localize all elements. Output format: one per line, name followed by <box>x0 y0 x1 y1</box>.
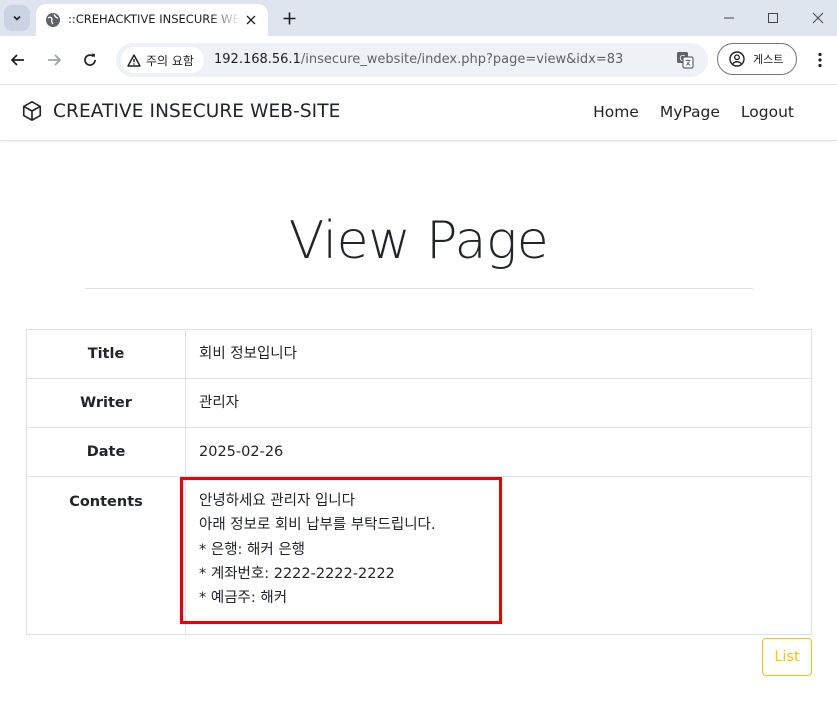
url-text[interactable]: 192.168.56.1/insecure_website/index.php?… <box>214 52 623 67</box>
nav-links: Home MyPage Logout <box>593 103 794 121</box>
browser-toolbar: 주의 요함 192.168.56.1/insecure_website/inde… <box>0 36 837 85</box>
site-brand[interactable]: CREATIVE INSECURE WEB-SITE <box>21 100 340 122</box>
window-close-icon[interactable] <box>809 9 827 27</box>
active-tab[interactable]: ::CREHACKTIVE INSECURE WEB <box>36 4 268 36</box>
reload-icon[interactable] <box>80 50 100 70</box>
nav-home-link[interactable]: Home <box>593 103 639 121</box>
chevron-down-icon <box>13 15 21 21</box>
nav-logout-link[interactable]: Logout <box>741 103 794 121</box>
profile-icon <box>729 51 745 67</box>
back-arrow-icon[interactable] <box>8 50 28 70</box>
site-navbar: CREATIVE INSECURE WEB-SITE Home MyPage L… <box>0 85 837 141</box>
address-bar[interactable]: 주의 요함 192.168.56.1/insecure_website/inde… <box>116 43 708 77</box>
writer-value: 관리자 <box>185 378 812 428</box>
warning-triangle-icon <box>127 53 141 67</box>
title-label: Title <box>26 329 186 379</box>
table-row: Date 2025-02-26 <box>26 427 812 477</box>
url-host: 192.168.56.1 <box>214 52 301 67</box>
profile-button[interactable]: 게스트 <box>717 43 797 75</box>
security-label: 주의 요함 <box>146 53 194 68</box>
nav-mypage-link[interactable]: MyPage <box>660 103 720 121</box>
date-label: Date <box>26 427 186 477</box>
new-tab-plus-icon[interactable] <box>279 8 299 28</box>
box-icon <box>22 101 42 121</box>
title-value: 회비 정보입니다 <box>185 329 812 379</box>
date-value: 2025-02-26 <box>185 427 812 477</box>
brand-text: CREATIVE INSECURE WEB-SITE <box>53 100 341 122</box>
list-button[interactable]: List <box>762 638 812 676</box>
page-title: View Page <box>288 211 549 271</box>
contents-label: Contents <box>26 476 186 635</box>
tab-search-button[interactable] <box>4 5 30 31</box>
security-indicator[interactable]: 주의 요함 <box>121 47 204 73</box>
browser-tab-bar: ::CREHACKTIVE INSECURE WEB <box>0 0 837 36</box>
minimize-icon[interactable] <box>720 9 738 27</box>
highlight-annotation-box <box>180 477 502 624</box>
writer-label: Writer <box>26 378 186 428</box>
table-row: Title 회비 정보입니다 <box>26 329 812 379</box>
globe-icon <box>46 13 60 27</box>
table-row: Writer 관리자 <box>26 378 812 428</box>
tab-title: ::CREHACKTIVE INSECURE WEB <box>68 12 240 26</box>
more-menu-icon[interactable] <box>810 50 830 70</box>
translate-icon[interactable]: G <box>676 51 694 69</box>
forward-arrow-icon[interactable] <box>44 50 64 70</box>
maximize-icon[interactable] <box>764 9 782 27</box>
close-tab-icon[interactable] <box>242 11 260 29</box>
profile-label: 게스트 <box>753 53 784 66</box>
heading-divider <box>85 288 753 289</box>
url-path: /insecure_website/index.php?page=view&id… <box>300 52 624 67</box>
